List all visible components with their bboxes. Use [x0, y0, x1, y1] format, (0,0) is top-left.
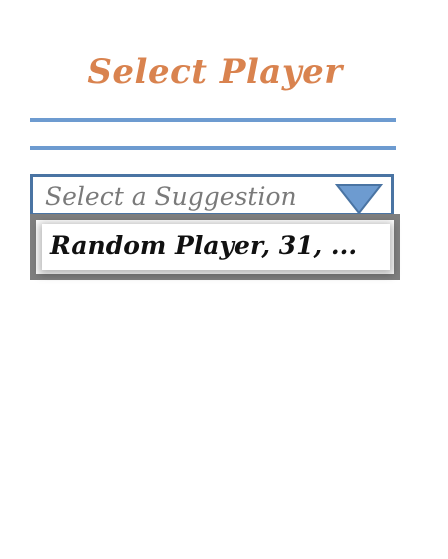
page-title: Select Player: [87, 52, 343, 92]
suggestion-list: Random Player, 31, ...: [30, 214, 400, 280]
suggestion-label: Random Player, 31, ...: [50, 231, 358, 260]
suggestion-item[interactable]: Random Player, 31, ...: [42, 224, 390, 270]
triangle-down-icon[interactable]: [335, 183, 383, 215]
select-placeholder: Select a Suggestion: [45, 182, 297, 211]
divider-top: [30, 118, 396, 122]
suggestion-select[interactable]: Select a Suggestion: [30, 174, 394, 216]
divider-bottom: [30, 146, 396, 150]
